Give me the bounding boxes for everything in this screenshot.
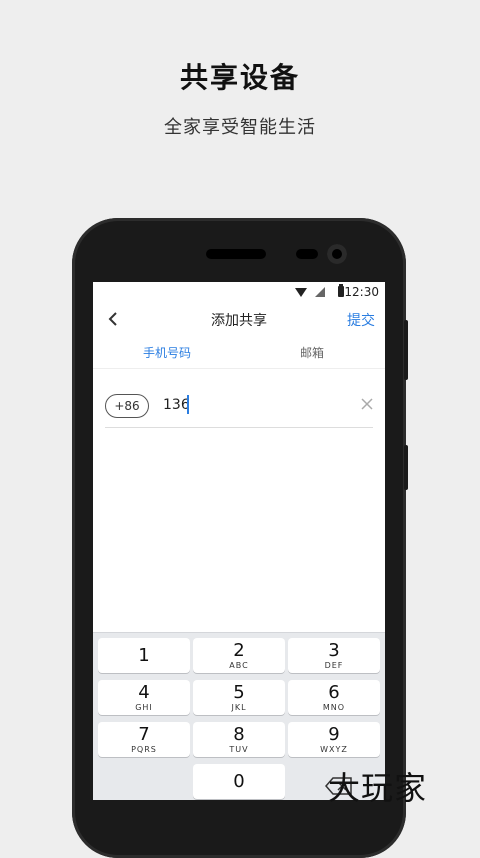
key-number: 8 xyxy=(233,724,245,745)
key-2[interactable]: 2 ABC xyxy=(193,638,285,673)
key-number: 9 xyxy=(328,724,340,745)
share-tabs: 手机号码 邮箱 xyxy=(93,340,385,368)
key-number: 2 xyxy=(233,640,245,661)
close-icon xyxy=(361,398,373,410)
key-letters: JKL xyxy=(231,703,247,712)
key-number: 1 xyxy=(138,645,150,666)
app-bar: 添加共享 提交 xyxy=(93,304,385,334)
key-letters: DEF xyxy=(324,661,344,670)
phone-side-button xyxy=(404,320,408,380)
key-1[interactable]: 1 xyxy=(98,638,190,673)
key-0[interactable]: 0 xyxy=(193,764,285,799)
wifi-icon xyxy=(295,288,307,297)
key-6[interactable]: 6 MNO xyxy=(288,680,380,715)
text-cursor xyxy=(187,395,189,414)
page-title: 添加共享 xyxy=(211,313,267,329)
key-number: 5 xyxy=(233,682,245,703)
key-number: 6 xyxy=(328,682,340,703)
key-8[interactable]: 8 TUV xyxy=(193,722,285,757)
tab-phone-number[interactable]: 手机号码 xyxy=(143,344,191,361)
key-letters: PQRS xyxy=(131,745,157,754)
phone-sensor xyxy=(296,249,318,259)
country-code-button[interactable]: +86 xyxy=(105,394,149,418)
input-underline xyxy=(105,427,373,428)
promo-subtitle: 全家享受智能生活 xyxy=(164,117,316,138)
status-bar: 12:30 xyxy=(93,282,385,302)
phone-speaker xyxy=(206,249,266,259)
battery-icon xyxy=(338,284,344,297)
phone-input-row: +86 136 xyxy=(105,392,373,428)
key-letters: TUV xyxy=(229,745,249,754)
key-letters: ABC xyxy=(229,661,249,670)
key-number: 7 xyxy=(138,724,150,745)
phone-number-input[interactable]: 136 xyxy=(163,397,190,413)
tabs-divider xyxy=(93,368,385,369)
key-7[interactable]: 7 PQRS xyxy=(98,722,190,757)
key-9[interactable]: 9 WXYZ xyxy=(288,722,380,757)
phone-camera xyxy=(327,244,347,264)
promo-title: 共享设备 xyxy=(179,61,300,94)
key-4[interactable]: 4 GHI xyxy=(98,680,190,715)
key-letters: MNO xyxy=(322,703,346,712)
key-letters: GHI xyxy=(135,703,153,712)
key-letters: WXYZ xyxy=(320,745,348,754)
key-number: 3 xyxy=(328,640,340,661)
signal-icon xyxy=(315,287,325,297)
status-time: 12:30 xyxy=(344,285,379,299)
phone-side-button xyxy=(404,445,408,490)
submit-button[interactable]: 提交 xyxy=(347,310,375,330)
phone-screen: 12:30 添加共享 提交 手机号码 邮箱 +86 136 1 2 ABC 3 … xyxy=(93,282,385,800)
tab-email[interactable]: 邮箱 xyxy=(300,344,324,361)
key-3[interactable]: 3 DEF xyxy=(288,638,380,673)
key-5[interactable]: 5 JKL xyxy=(193,680,285,715)
clear-input-button[interactable] xyxy=(361,395,373,414)
watermark-logo: 大玩家 xyxy=(328,769,428,807)
key-number: 0 xyxy=(233,771,245,792)
key-number: 4 xyxy=(138,682,150,703)
